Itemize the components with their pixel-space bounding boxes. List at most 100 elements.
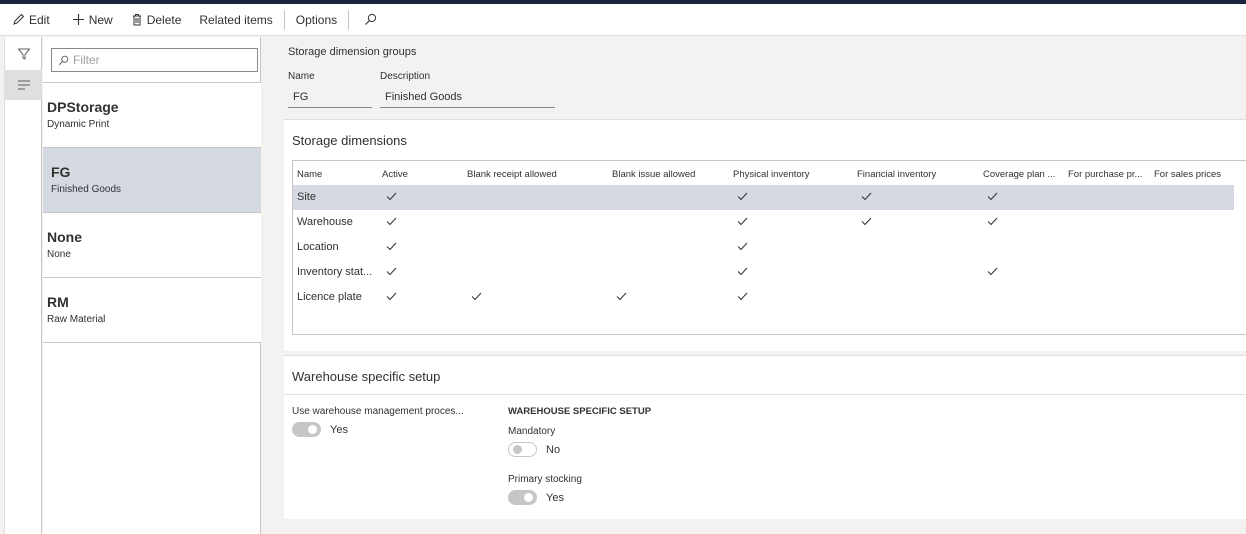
- dimension-name-cell: Site: [297, 191, 316, 203]
- column-header[interactable]: Active: [382, 161, 464, 185]
- checkbox-cell[interactable]: [612, 260, 730, 285]
- checkbox-cell[interactable]: [612, 185, 730, 210]
- list-item-subtitle: None: [47, 249, 71, 260]
- delete-button[interactable]: Delete: [125, 4, 188, 36]
- column-header[interactable]: Blank issue allowed: [612, 161, 730, 185]
- checkbox-cell[interactable]: [1154, 235, 1234, 260]
- use-wms-label: Use warehouse management proces...: [292, 406, 464, 417]
- edit-button[interactable]: Edit: [6, 4, 56, 36]
- checkbox-cell[interactable]: [1068, 285, 1150, 310]
- related-items-button[interactable]: Related items: [193, 4, 278, 36]
- checkbox-cell[interactable]: [467, 210, 607, 235]
- details-pane: Storage dimension groups Name FG Descrip…: [271, 37, 1246, 534]
- checkbox-cell[interactable]: [857, 210, 979, 235]
- column-header[interactable]: For purchase pr...: [1068, 161, 1150, 185]
- options-button[interactable]: Options: [290, 4, 343, 36]
- column-header[interactable]: Blank receipt allowed: [467, 161, 607, 185]
- checkbox-cell[interactable]: [857, 260, 979, 285]
- table-row[interactable]: Licence plate: [293, 285, 1234, 310]
- use-wms-toggle[interactable]: [292, 422, 321, 437]
- checkmark-icon: [987, 192, 998, 204]
- list-view-button[interactable]: [5, 70, 42, 100]
- list-item-subtitle: Finished Goods: [51, 184, 122, 195]
- column-header[interactable]: For sales prices: [1154, 161, 1234, 185]
- list-item[interactable]: FG Finished Goods: [43, 148, 261, 213]
- checkbox-cell[interactable]: [983, 210, 1065, 235]
- checkmark-icon: [386, 192, 397, 204]
- checkmark-icon: [987, 217, 998, 229]
- list-item-title: DPStorage: [47, 99, 119, 115]
- checkbox-cell[interactable]: [1068, 185, 1150, 210]
- table-row[interactable]: Warehouse: [293, 210, 1234, 235]
- trash-icon: [132, 14, 141, 26]
- checkbox-cell[interactable]: [1154, 210, 1234, 235]
- checkbox-cell[interactable]: [1154, 260, 1234, 285]
- column-header[interactable]: Financial inventory: [857, 161, 979, 185]
- checkbox-cell[interactable]: [857, 185, 979, 210]
- checkbox-cell[interactable]: [467, 285, 607, 310]
- checkbox-cell[interactable]: [467, 260, 607, 285]
- checkmark-icon: [386, 292, 397, 304]
- new-button[interactable]: New: [66, 4, 119, 36]
- checkbox-cell[interactable]: [733, 235, 853, 260]
- table-row[interactable]: Location: [293, 235, 1234, 260]
- name-field[interactable]: FG: [288, 86, 372, 108]
- primary-stocking-label: Primary stocking: [508, 474, 582, 485]
- description-field[interactable]: Finished Goods: [380, 86, 555, 108]
- checkbox-cell[interactable]: [733, 210, 853, 235]
- list-pane: Filter DPStorage Dynamic Print FG Finish…: [43, 37, 261, 534]
- pencil-icon: [13, 13, 25, 25]
- toggle-knob: [308, 425, 317, 434]
- toggle-knob: [513, 445, 522, 454]
- checkbox-cell[interactable]: [467, 185, 607, 210]
- checkbox-cell[interactable]: [983, 260, 1065, 285]
- checkbox-cell[interactable]: [382, 260, 464, 285]
- checkbox-cell[interactable]: [382, 285, 464, 310]
- checkbox-cell[interactable]: [612, 235, 730, 260]
- mandatory-toggle[interactable]: [508, 442, 537, 457]
- column-header[interactable]: Name: [297, 161, 379, 185]
- checkbox-cell[interactable]: [612, 285, 730, 310]
- primary-stocking-toggle[interactable]: [508, 490, 537, 505]
- list-item[interactable]: RM Raw Material: [43, 278, 261, 343]
- related-items-label: Related items: [199, 12, 273, 27]
- search-button[interactable]: [358, 4, 387, 36]
- checkbox-cell[interactable]: [857, 235, 979, 260]
- checkbox-cell[interactable]: [733, 285, 853, 310]
- checkmark-icon: [616, 292, 627, 304]
- checkbox-cell[interactable]: [1154, 285, 1234, 310]
- checkbox-cell[interactable]: [1154, 185, 1234, 210]
- list-item[interactable]: None None: [43, 213, 261, 278]
- checkbox-cell[interactable]: [1068, 260, 1150, 285]
- checkmark-icon: [861, 192, 872, 204]
- checkbox-cell[interactable]: [983, 285, 1065, 310]
- list-item-subtitle: Raw Material: [47, 314, 106, 325]
- checkbox-cell[interactable]: [983, 185, 1065, 210]
- filter-placeholder: Filter: [73, 53, 100, 67]
- list-item[interactable]: DPStorage Dynamic Print: [43, 83, 261, 148]
- table-row[interactable]: Site: [293, 185, 1234, 210]
- checkbox-cell[interactable]: [733, 260, 853, 285]
- checkbox-cell[interactable]: [1068, 210, 1150, 235]
- warehouse-setup-section: Warehouse specific setup Use warehouse m…: [284, 355, 1246, 519]
- checkmark-icon: [737, 292, 748, 304]
- checkbox-cell[interactable]: [857, 285, 979, 310]
- column-header[interactable]: Physical inventory: [733, 161, 853, 185]
- checkbox-cell[interactable]: [733, 185, 853, 210]
- list-item-subtitle: Dynamic Print: [47, 119, 110, 130]
- filter-input[interactable]: Filter: [51, 48, 258, 72]
- toolbar-divider: [283, 9, 285, 30]
- checkbox-cell[interactable]: [382, 210, 464, 235]
- checkbox-cell[interactable]: [467, 235, 607, 260]
- column-header[interactable]: Coverage plan ...: [983, 161, 1065, 185]
- table-row[interactable]: Inventory stat...: [293, 260, 1234, 285]
- checkbox-cell[interactable]: [382, 235, 464, 260]
- filter-pane-button[interactable]: [5, 39, 42, 69]
- checkbox-cell[interactable]: [983, 235, 1065, 260]
- subsection-heading: WAREHOUSE SPECIFIC SETUP: [508, 406, 652, 417]
- checkbox-cell[interactable]: [612, 210, 730, 235]
- funnel-icon: [16, 48, 31, 60]
- checkbox-cell[interactable]: [382, 185, 464, 210]
- checkmark-icon: [737, 192, 748, 204]
- checkbox-cell[interactable]: [1068, 235, 1150, 260]
